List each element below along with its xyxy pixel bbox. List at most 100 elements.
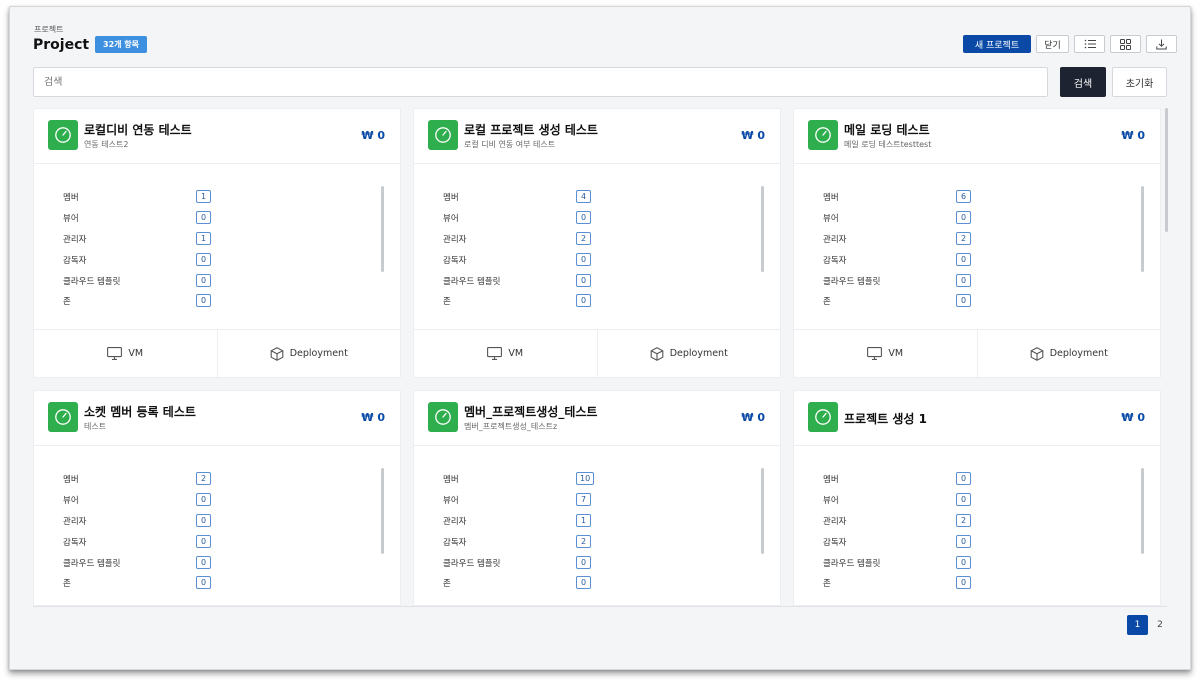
stat-label-viewer: 뷰어	[823, 214, 839, 224]
vm-button[interactable]: VM	[794, 330, 977, 377]
stats-scrollbar[interactable]	[1141, 186, 1144, 272]
deployment-label: Deployment	[1049, 348, 1108, 359]
project-subtitle: 멤버_프로젝트생성_테스트z	[464, 422, 558, 431]
project-card[interactable]: 로컬 프로젝트 생성 테스트 로컬 디비 연동 여부 테스트 ₩ 0 멤버 4 뷰어 0 관리…	[413, 108, 781, 378]
stat-value-supervisor: 2	[576, 535, 591, 548]
vm-label: VM	[128, 348, 144, 359]
stat-label-viewer: 뷰어	[63, 214, 79, 224]
project-stats: 멤버 1 뷰어 0 관리자 1 감독자 0 클라우드 템플릿 0 존 0	[34, 164, 400, 330]
stat-label-supervisor: 감독자	[443, 538, 467, 548]
stat-value-zone: 0	[576, 576, 591, 589]
stat-value-zone: 0	[956, 294, 971, 307]
stat-label-cloud-template: 클라우드 템플릿	[443, 559, 501, 569]
page-title: Project	[33, 37, 90, 53]
project-card[interactable]: 메일 로딩 테스트 메일 로딩 테스트testtest ₩ 0 멤버 6 뷰어 0 관리자 2 감…	[793, 108, 1161, 378]
project-card-header: 소켓 멤버 등록 테스트 테스트 ₩ 0	[34, 391, 400, 446]
stat-label-member: 멤버	[823, 193, 839, 203]
vm-button[interactable]: VM	[34, 330, 217, 377]
stat-label-admin: 관리자	[443, 235, 467, 245]
stat-value-supervisor: 0	[196, 253, 211, 266]
stat-label-viewer: 뷰어	[443, 214, 459, 224]
project-card-footer: VM Deployment	[794, 330, 1160, 377]
speedometer-icon	[428, 120, 458, 150]
stat-label-viewer: 뷰어	[443, 496, 459, 506]
stat-value-member: 4	[576, 190, 591, 203]
page-2-button[interactable]: 2	[1153, 615, 1167, 635]
stat-value-cloud-template: 0	[576, 274, 591, 287]
stat-value-cloud-template: 0	[956, 274, 971, 287]
project-title[interactable]: 소켓 멤버 등록 테스트	[84, 403, 196, 420]
reset-button[interactable]: 초기화	[1112, 67, 1167, 97]
list-view-button[interactable]	[1074, 35, 1105, 53]
toolbar: 새 프로젝트 닫기	[963, 35, 1177, 53]
stat-value-member: 1	[196, 190, 211, 203]
stat-label-cloud-template: 클라우드 템플릿	[443, 277, 501, 287]
project-card[interactable]: 소켓 멤버 등록 테스트 테스트 ₩ 0 멤버 2 뷰어 0 관리자 0 감독자 0 클라우드 템플릿…	[33, 390, 401, 606]
stats-scrollbar[interactable]	[761, 468, 764, 554]
page-scrollbar[interactable]	[1165, 108, 1168, 232]
stat-value-viewer: 0	[956, 211, 971, 224]
stat-value-admin: 0	[196, 514, 211, 527]
stat-value-admin: 2	[956, 514, 971, 527]
stat-value-member: 6	[956, 190, 971, 203]
stats-scrollbar[interactable]	[761, 186, 764, 272]
new-project-button[interactable]: 새 프로젝트	[963, 35, 1031, 53]
project-card[interactable]: 프로젝트 생성 1₩ 0멤버0뷰어0관리자2감독자0클라우드 템플릿0존0VMD…	[793, 390, 1161, 606]
project-card[interactable]: 로컬디비 연동 테스트 연동 테스트2 ₩ 0 멤버 1 뷰어 0 관리자 1 감독자 0 클라우드 …	[33, 108, 401, 378]
stat-label-zone: 존	[443, 297, 451, 307]
search-input[interactable]	[33, 67, 1048, 97]
divider	[33, 606, 1167, 607]
vm-label: VM	[888, 348, 904, 359]
project-title[interactable]: 프로젝트 생성 1	[844, 410, 927, 427]
stat-value-supervisor: 0	[956, 535, 971, 548]
project-title[interactable]: 메일 로딩 테스트	[844, 121, 930, 138]
vm-button[interactable]: VM	[414, 330, 597, 377]
monitor-icon	[867, 347, 883, 360]
stats-scrollbar[interactable]	[381, 468, 384, 554]
download-icon	[1156, 39, 1167, 49]
vm-label: VM	[508, 348, 524, 359]
project-card-header: 메일 로딩 테스트 메일 로딩 테스트testtest ₩ 0	[794, 109, 1160, 164]
project-price: ₩ 0	[1121, 411, 1145, 424]
project-card[interactable]: 멤버_프로젝트생성_테스트 멤버_프로젝트생성_테스트z ₩ 0 멤버 10 뷰어 7 관리자…	[413, 390, 781, 606]
download-button[interactable]	[1146, 35, 1177, 53]
project-title[interactable]: 로컬 프로젝트 생성 테스트	[464, 121, 598, 138]
stats-scrollbar[interactable]	[381, 186, 384, 272]
grid-view-button[interactable]	[1110, 35, 1141, 53]
stat-value-cloud-template: 0	[576, 556, 591, 569]
project-stats: 멤버 6 뷰어 0 관리자 2 감독자 0 클라우드 템플릿 0 존 0	[794, 164, 1160, 330]
project-subtitle: 메일 로딩 테스트testtest	[844, 140, 932, 149]
stats-scrollbar[interactable]	[1141, 468, 1144, 554]
stat-label-supervisor: 감독자	[63, 538, 87, 548]
stat-label-supervisor: 감독자	[823, 256, 847, 266]
stat-value-admin: 1	[196, 232, 211, 245]
project-title[interactable]: 멤버_프로젝트생성_테스트	[464, 403, 597, 420]
stat-label-admin: 관리자	[443, 517, 467, 527]
stat-label-member: 멤버	[443, 475, 459, 485]
speedometer-icon	[808, 402, 838, 432]
deployment-label: Deployment	[669, 348, 728, 359]
search-button[interactable]: 검색	[1060, 67, 1106, 97]
stat-label-admin: 관리자	[823, 235, 847, 245]
close-button[interactable]: 닫기	[1036, 35, 1069, 53]
stat-value-viewer: 7	[576, 493, 591, 506]
cube-icon	[1030, 346, 1044, 361]
stat-value-supervisor: 0	[196, 535, 211, 548]
deployment-button[interactable]: Deployment	[596, 330, 780, 377]
stat-label-supervisor: 감독자	[63, 256, 87, 266]
project-stats: 멤버 4 뷰어 0 관리자 2 감독자 0 클라우드 템플릿 0 존 0	[414, 164, 780, 330]
stat-value-viewer: 0	[956, 493, 971, 506]
list-icon	[1084, 39, 1096, 49]
cube-icon	[270, 346, 284, 361]
project-stats: 멤버 10 뷰어 7 관리자 1 감독자 2 클라우드 템플릿 0 존 0	[414, 446, 780, 605]
deployment-button[interactable]: Deployment	[216, 330, 400, 377]
stat-label-member: 멤버	[63, 193, 79, 203]
stat-label-zone: 존	[443, 579, 451, 589]
project-title[interactable]: 로컬디비 연동 테스트	[84, 121, 192, 138]
page-1-button[interactable]: 1	[1127, 615, 1148, 635]
cube-icon	[650, 346, 664, 361]
project-price: ₩ 0	[741, 129, 765, 142]
stat-label-admin: 관리자	[63, 517, 87, 527]
deployment-button[interactable]: Deployment	[976, 330, 1160, 377]
stat-label-admin: 관리자	[63, 235, 87, 245]
